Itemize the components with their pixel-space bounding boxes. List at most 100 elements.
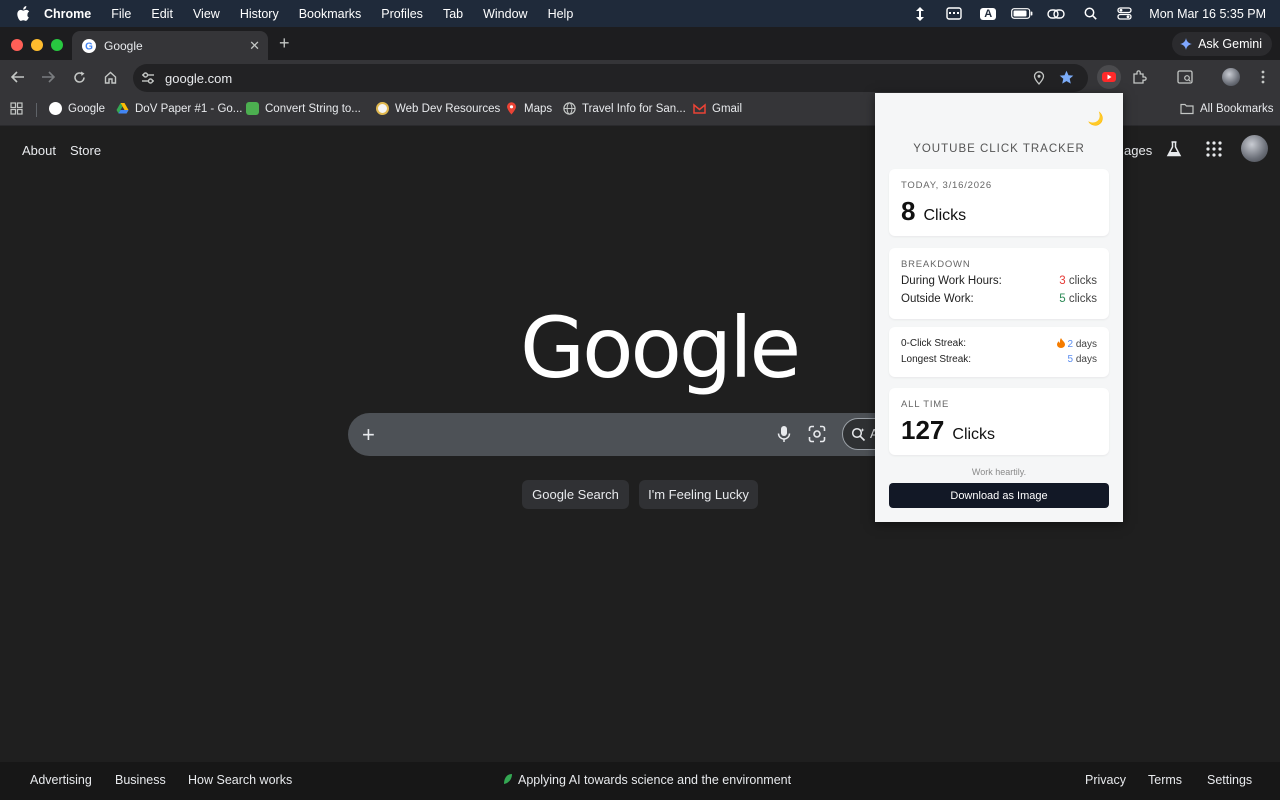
- menu-app-chrome[interactable]: Chrome: [44, 7, 91, 21]
- outside-work-row: Outside Work: 5 clicks: [901, 293, 1097, 305]
- menu-view[interactable]: View: [193, 7, 220, 21]
- bookmark-google[interactable]: Google: [49, 102, 105, 115]
- youtube-click-tracker-popup: 🌙 YOUTUBE CLICK TRACKER TODAY, 3/16/2026…: [875, 93, 1123, 522]
- back-arrow-icon[interactable]: [9, 68, 27, 86]
- web-dev-favicon-icon: [376, 102, 389, 115]
- store-link[interactable]: Store: [70, 143, 101, 158]
- menu-bar-clock[interactable]: Mon Mar 16 5:35 PM: [1149, 7, 1266, 21]
- reading-mode-icon[interactable]: [1173, 65, 1197, 89]
- labs-flask-icon[interactable]: [1165, 140, 1183, 158]
- forward-arrow-icon[interactable]: [39, 68, 57, 86]
- footer-business-link[interactable]: Business: [115, 773, 166, 787]
- footer-terms-link[interactable]: Terms: [1148, 773, 1182, 787]
- download-as-image-button[interactable]: Download as Image: [889, 483, 1109, 508]
- add-attachment-icon[interactable]: +: [362, 422, 375, 448]
- address-bar[interactable]: google.com: [133, 64, 1088, 92]
- keyboard-window-icon[interactable]: [943, 6, 965, 22]
- menu-history[interactable]: History: [240, 7, 279, 21]
- tab-google[interactable]: G Google ✕: [72, 31, 268, 60]
- extensions-puzzle-icon[interactable]: [1128, 65, 1152, 89]
- footer-sustainability-label: Applying AI towards science and the envi…: [518, 773, 792, 787]
- motto-text: Work heartily.: [971, 467, 1027, 477]
- bookmark-label: Google: [68, 102, 106, 115]
- work-hours-label: During Work Hours:: [901, 275, 1002, 287]
- menu-help[interactable]: Help: [548, 7, 574, 21]
- address-url[interactable]: google.com: [165, 71, 232, 86]
- chrome-menu-kebab-icon[interactable]: [1251, 65, 1275, 89]
- outside-work-count: 5: [1059, 293, 1066, 305]
- menu-file[interactable]: File: [111, 7, 131, 21]
- spotlight-search-icon[interactable]: [1079, 6, 1101, 22]
- home-icon[interactable]: [101, 68, 119, 86]
- all-time-caption: ALL TIME: [901, 399, 950, 410]
- control-center-icon[interactable]: [1113, 6, 1135, 22]
- footer-sustainability-link[interactable]: Applying AI towards science and the envi…: [503, 773, 791, 787]
- profile-avatar-icon[interactable]: [1219, 65, 1243, 89]
- bookmark-gmail[interactable]: Gmail: [693, 102, 742, 115]
- apple-logo-icon[interactable]: [16, 5, 30, 22]
- footer-settings-link[interactable]: Settings: [1207, 773, 1252, 787]
- zero-click-streak-row: 0-Click Streak: 2 days: [901, 338, 1097, 350]
- google-search-box[interactable]: + A: [348, 413, 932, 456]
- bookmark-label: DoV Paper #1 - Go...: [135, 102, 243, 115]
- about-link[interactable]: About: [22, 143, 56, 158]
- bookmark-travel-info[interactable]: Travel Info for San...: [563, 102, 686, 115]
- longest-streak-unit: days: [1075, 354, 1097, 365]
- menu-profiles[interactable]: Profiles: [381, 7, 423, 21]
- location-pin-icon[interactable]: [1032, 71, 1046, 85]
- battery-icon[interactable]: [1011, 6, 1033, 22]
- input-source-icon[interactable]: A: [977, 6, 999, 22]
- browser-toolbar: google.com: [0, 60, 1280, 94]
- bookmark-convert-string[interactable]: Convert String to...: [246, 102, 361, 115]
- bookmark-label: Convert String to...: [265, 102, 361, 115]
- menu-tab[interactable]: Tab: [443, 7, 463, 21]
- footer-advertising-link[interactable]: Advertising: [30, 773, 92, 787]
- images-link[interactable]: ages: [1124, 143, 1152, 158]
- site-info-tune-icon[interactable]: [141, 71, 155, 85]
- window-minimize-button[interactable]: [31, 39, 43, 51]
- gemini-sparkle-icon: [1180, 38, 1193, 50]
- feeling-lucky-button[interactable]: I'm Feeling Lucky: [639, 480, 758, 509]
- zero-click-streak-label: 0-Click Streak:: [901, 338, 967, 349]
- input-source-label: A: [980, 7, 997, 20]
- ask-gemini-button[interactable]: Ask Gemini: [1172, 32, 1272, 56]
- window-zoom-button[interactable]: [51, 39, 63, 51]
- google-lens-icon[interactable]: [808, 425, 826, 443]
- voice-search-mic-icon[interactable]: [776, 425, 792, 443]
- google-search-button[interactable]: Google Search: [522, 480, 629, 509]
- reload-icon[interactable]: [70, 68, 88, 86]
- youtube-tracker-extension-icon[interactable]: [1097, 65, 1121, 89]
- breakdown-card: BREAKDOWN During Work Hours: 3 clicks Ou…: [889, 248, 1109, 319]
- bookmark-maps[interactable]: Maps: [505, 102, 552, 115]
- all-bookmarks-folder[interactable]: All Bookmarks: [1180, 102, 1274, 115]
- menu-edit[interactable]: Edit: [151, 7, 173, 21]
- window-close-button[interactable]: [11, 39, 23, 51]
- google-drive-icon: [116, 103, 129, 114]
- outside-work-unit: clicks: [1068, 293, 1097, 305]
- tab-close-icon[interactable]: ✕: [249, 38, 260, 54]
- bookmark-web-dev-resources[interactable]: Web Dev Resources: [376, 102, 500, 115]
- work-hours-count: 3: [1059, 275, 1066, 287]
- flame-icon: [1056, 338, 1065, 348]
- footer-privacy-link[interactable]: Privacy: [1085, 773, 1126, 787]
- bookmark-dov-paper[interactable]: DoV Paper #1 - Go...: [116, 102, 242, 115]
- longest-streak-value: 5 days: [1068, 354, 1097, 365]
- maps-pin-icon: [507, 102, 516, 115]
- account-avatar[interactable]: [1241, 135, 1268, 162]
- bookmark-label: Gmail: [712, 102, 743, 115]
- menu-bookmarks[interactable]: Bookmarks: [299, 7, 362, 21]
- tab-strip: G Google ✕ + Ask Gemini: [0, 27, 1280, 60]
- gmail-icon: [693, 103, 706, 114]
- bookmark-star-icon[interactable]: [1059, 70, 1074, 85]
- apps-shortcut-icon[interactable]: [10, 102, 23, 115]
- google-logo: Google: [520, 299, 801, 397]
- google-apps-grid-icon[interactable]: [1205, 140, 1223, 158]
- link-icon[interactable]: [1045, 6, 1067, 22]
- convert-tool-icon: [246, 102, 259, 115]
- new-tab-icon[interactable]: +: [279, 33, 290, 54]
- audio-arrows-icon[interactable]: [909, 6, 931, 22]
- dark-mode-moon-icon[interactable]: 🌙: [1088, 111, 1104, 127]
- footer-how-search-works-link[interactable]: How Search works: [188, 773, 292, 787]
- menu-window[interactable]: Window: [483, 7, 527, 21]
- today-caption: TODAY, 3/16/2026: [901, 180, 992, 191]
